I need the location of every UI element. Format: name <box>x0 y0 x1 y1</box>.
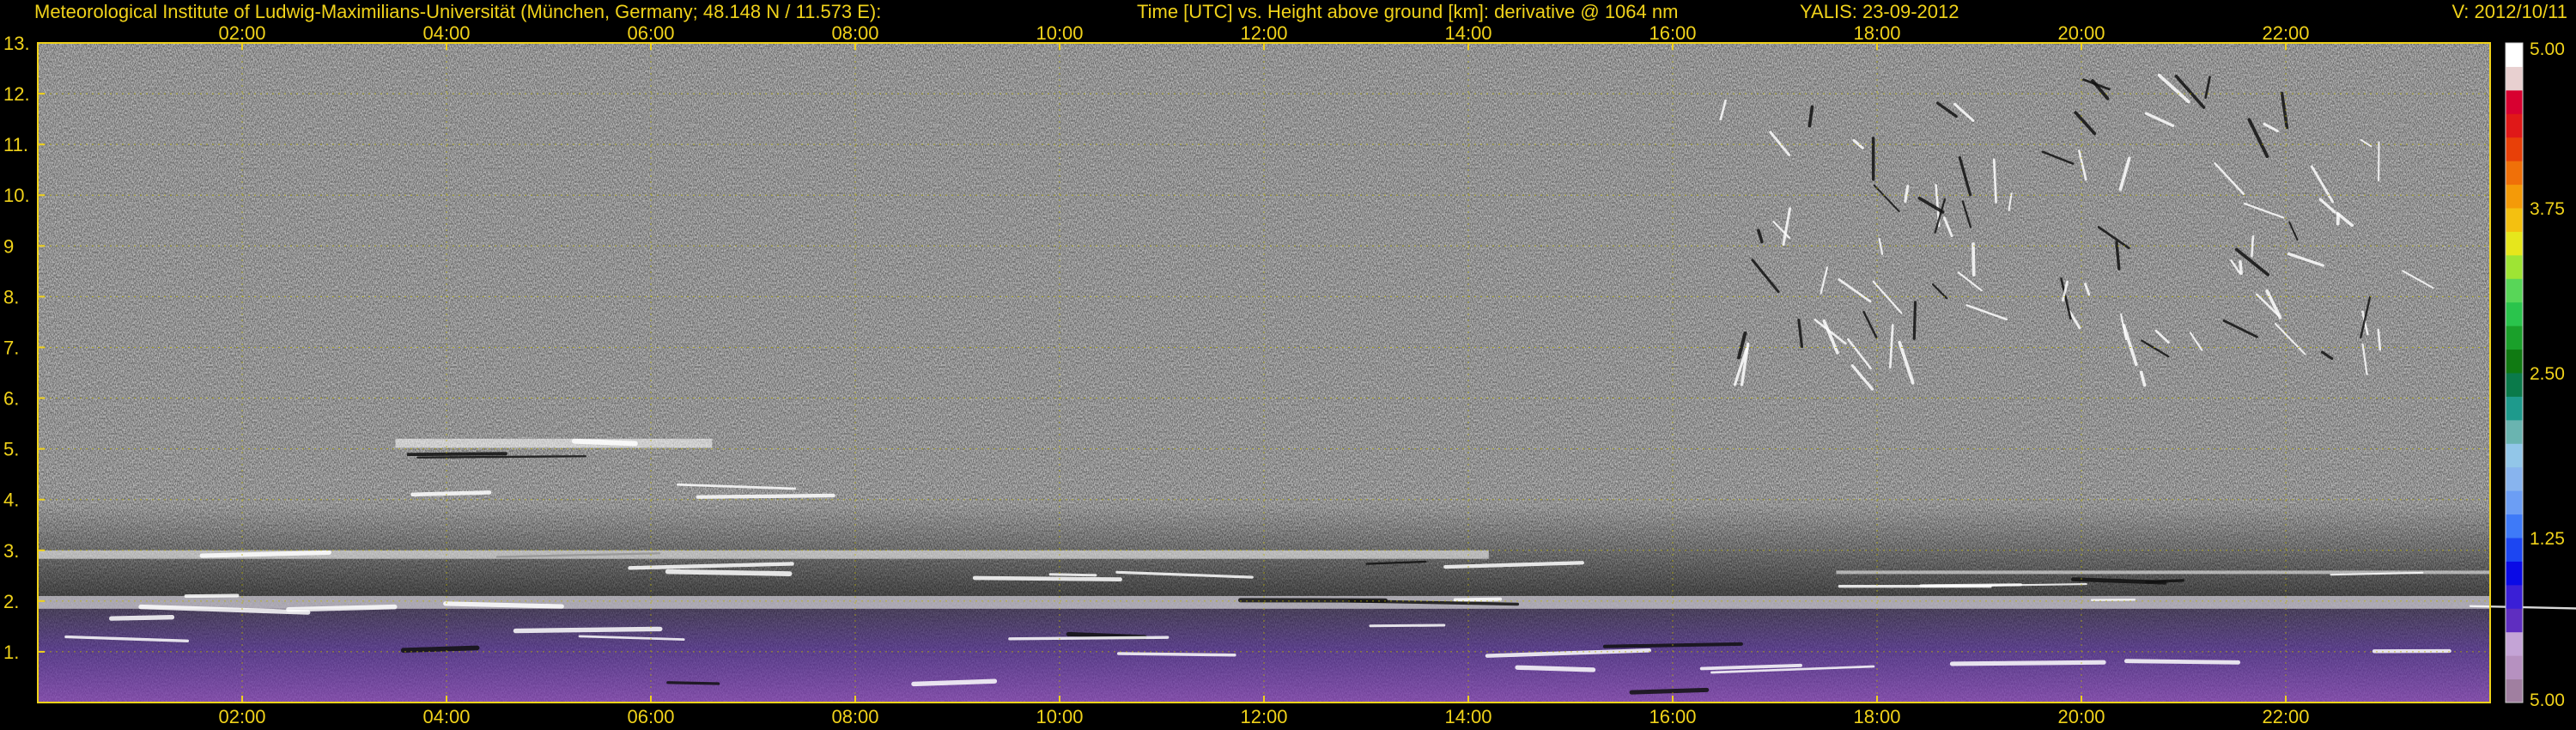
colorbar-segment <box>2506 43 2523 67</box>
feature-stroke <box>416 455 586 459</box>
feature-stroke <box>1971 242 1976 277</box>
colorbar-segment <box>2506 184 2523 209</box>
y-tick-label: 3. <box>3 540 19 562</box>
x-tick-label-top: 10:00 <box>1036 22 1083 44</box>
colorbar-segment <box>2506 419 2523 444</box>
x-tick-label-top: 20:00 <box>2057 22 2105 44</box>
colorbar-segment <box>2506 89 2523 114</box>
colorbar-segment <box>2506 561 2523 586</box>
y-tick-label: 2. <box>3 591 19 612</box>
feature-stroke <box>406 452 507 457</box>
x-tick-label-top: 14:00 <box>1444 22 1492 44</box>
colorbar-segment <box>2506 490 2523 515</box>
colorbar-segment <box>2506 231 2523 256</box>
x-tick-label-bottom: 08:00 <box>831 706 878 727</box>
y-tick-label: 1. <box>3 642 19 663</box>
feature-stroke <box>109 615 175 621</box>
x-tick-label-top: 16:00 <box>1649 22 1696 44</box>
y-tick-label: 8. <box>3 286 19 307</box>
y-tick-label: 11. <box>3 134 28 155</box>
y-tick-label: 13. <box>3 33 30 54</box>
feature-stroke <box>2239 260 2243 275</box>
feature-stroke <box>400 645 480 654</box>
x-tick-label-top: 18:00 <box>1853 22 1900 44</box>
x-tick-label-top: 04:00 <box>422 22 470 44</box>
x-tick-label-top: 22:00 <box>2262 22 2309 44</box>
x-tick-label-bottom: 14:00 <box>1444 706 1492 727</box>
x-tick-label-top: 02:00 <box>218 22 265 44</box>
feature-stroke <box>286 604 398 612</box>
plot-area <box>37 42 2576 703</box>
colorbar-segment <box>2506 208 2523 232</box>
feature-stroke <box>1629 687 1710 695</box>
feature-stroke <box>1515 665 1596 672</box>
colorbar-segment <box>2506 301 2523 326</box>
y-tick-label: 5. <box>3 439 19 460</box>
x-tick-label-bottom: 06:00 <box>627 706 674 727</box>
feature-band <box>395 438 713 448</box>
colorbar: 5.00 3.75 2.50 1.25 5.00 <box>2505 40 2565 710</box>
feature-stroke <box>1008 636 1170 641</box>
colorbar-segment <box>2506 161 2523 186</box>
x-tick-label-bottom: 12:00 <box>1240 706 1287 727</box>
feature-band <box>1836 570 2490 575</box>
y-tick-label: 7. <box>3 337 19 358</box>
colorbar-segment <box>2506 66 2523 91</box>
feature-stroke <box>410 490 492 497</box>
x-tick-label-bottom: 16:00 <box>1649 706 1696 727</box>
feature-stroke <box>2123 659 2241 665</box>
feature-stroke <box>1369 624 1446 628</box>
colorbar-segment <box>2506 278 2523 303</box>
feature-stroke <box>1912 301 1917 340</box>
colorbar-segment <box>2506 514 2523 538</box>
colorbar-label: 3.75 <box>2530 199 2565 219</box>
colorbar-segment <box>2506 373 2523 397</box>
colorbar-segment <box>2506 443 2523 468</box>
feature-stroke <box>2251 234 2255 258</box>
x-tick-label-bottom: 18:00 <box>1853 706 1900 727</box>
feature-stroke <box>513 626 663 634</box>
lidar-chart: 02:00 04:00 06:00 08:00 10:00 12:00 14:00 16:00… <box>3 22 2576 727</box>
colorbar-label: 1.25 <box>2530 529 2565 549</box>
x-tick-label-top: 08:00 <box>831 22 878 44</box>
feature-stroke <box>665 569 793 576</box>
x-tick-label-bottom: 10:00 <box>1036 706 1083 727</box>
colorbar-segment <box>2506 254 2523 279</box>
colorbar-label: 5.00 <box>2530 40 2565 59</box>
y-tick-label: 12. <box>3 83 30 105</box>
colorbar-segment <box>2506 538 2523 562</box>
feature-stroke <box>911 678 998 687</box>
feature-stroke <box>1919 583 2022 587</box>
y-tick-label: 10. <box>3 185 30 206</box>
colorbar-segment <box>2506 655 2523 680</box>
feature-stroke <box>184 593 240 599</box>
colorbar-segment <box>2506 466 2523 491</box>
colorbar-segment <box>2506 349 2523 374</box>
colorbar-segment <box>2506 608 2523 633</box>
colorbar-label: 2.50 <box>2530 364 2565 384</box>
x-tick-label-top: 06:00 <box>627 22 674 44</box>
x-tick-label-bottom: 02:00 <box>218 706 265 727</box>
colorbar-segment <box>2506 396 2523 421</box>
colorbar-segment <box>2506 137 2523 161</box>
colorbar-segment <box>2506 113 2523 138</box>
colorbar-label: 5.00 <box>2530 690 2565 710</box>
y-tick-label: 9 <box>3 235 14 257</box>
x-tick-label-bottom: 04:00 <box>422 706 470 727</box>
x-tick-label-bottom: 20:00 <box>2057 706 2105 727</box>
feature-band <box>38 550 1489 559</box>
feature-stroke <box>666 681 720 685</box>
colorbar-segment <box>2506 584 2523 609</box>
y-tick-label: 6. <box>3 388 19 410</box>
feature-stroke <box>696 493 835 499</box>
colorbar-segment <box>2506 678 2523 703</box>
colorbar-segment <box>2506 631 2523 656</box>
x-tick-label-bottom: 22:00 <box>2262 706 2309 727</box>
y-tick-label: 4. <box>3 490 19 511</box>
feature-stroke <box>972 575 1122 582</box>
colorbar-segment <box>2506 325 2523 350</box>
feature-stroke <box>1117 652 1236 657</box>
x-tick-label-top: 12:00 <box>1240 22 1287 44</box>
